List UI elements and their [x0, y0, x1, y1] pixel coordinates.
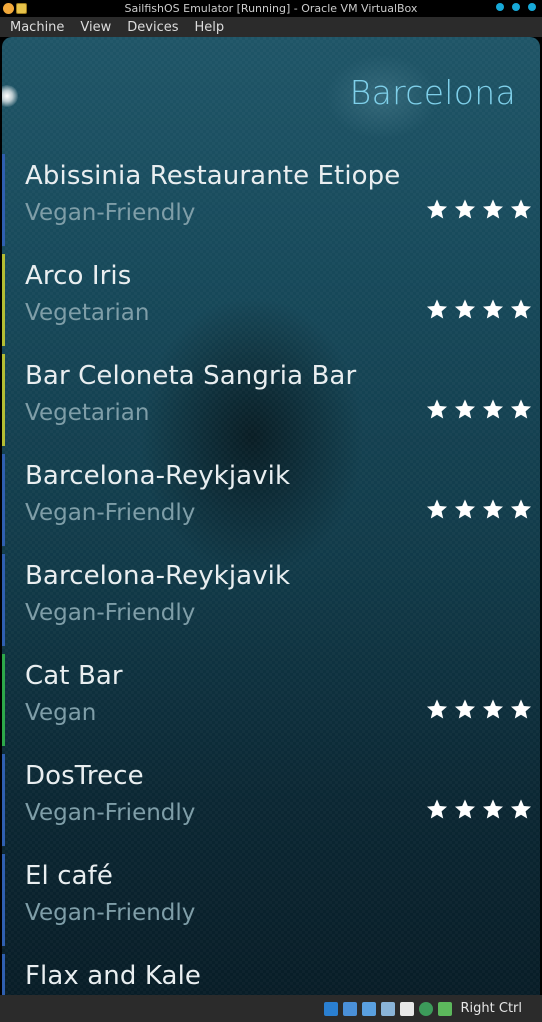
restaurant-row[interactable]: Arco Iris Vegetarian: [2, 250, 540, 350]
star-icon: [454, 498, 476, 520]
star-icon: [510, 298, 532, 320]
star-icon: [482, 798, 504, 820]
category-color-bar: [2, 154, 5, 246]
restaurant-category: Vegan-Friendly: [25, 800, 196, 826]
close-button[interactable]: [528, 3, 536, 11]
star-icon: [454, 298, 476, 320]
menu-view[interactable]: View: [80, 20, 119, 35]
restaurant-list[interactable]: Abissinia Restaurante Etiope Vegan-Friend…: [2, 150, 540, 995]
star-icon: [510, 698, 532, 720]
virtualbox-logo-icon[interactable]: [3, 3, 14, 14]
page-header: Barcelona: [349, 73, 516, 112]
window-controls: [496, 3, 536, 11]
star-icon: [426, 298, 448, 320]
restaurant-row[interactable]: Barcelona-Reykjavik Vegan-Friendly: [2, 450, 540, 550]
emulator-screen[interactable]: Barcelona Abissinia Restaurante Etiope Ve…: [2, 37, 540, 995]
star-icon: [426, 698, 448, 720]
star-icon: [482, 198, 504, 220]
rating-stars: [426, 298, 532, 320]
category-color-bar: [2, 754, 5, 846]
star-icon: [510, 398, 532, 420]
star-icon: [510, 498, 532, 520]
rating-stars: [426, 698, 532, 720]
rating-stars: [426, 398, 532, 420]
star-icon: [426, 798, 448, 820]
minimize-button[interactable]: [496, 3, 504, 11]
category-color-bar: [2, 254, 5, 346]
restaurant-name: Arco Iris: [25, 261, 132, 291]
maximize-button[interactable]: [512, 3, 520, 11]
category-color-bar: [2, 854, 5, 946]
category-color-bar: [2, 954, 5, 995]
restaurant-name: DosTrece: [25, 761, 144, 791]
restaurant-category: Vegetarian: [25, 400, 150, 426]
window-menu-icon[interactable]: [16, 3, 27, 14]
titlebar-icons: [0, 3, 40, 14]
restaurant-row[interactable]: Flax and Kale: [2, 950, 540, 995]
menu-bar: Machine View Devices Help: [0, 17, 542, 37]
virtualization-icon[interactable]: [418, 1001, 433, 1016]
mouse-integration-icon[interactable]: [437, 1001, 452, 1016]
restaurant-category: Vegetarian: [25, 300, 150, 326]
restaurant-name: Barcelona-Reykjavik: [25, 561, 291, 591]
window-titlebar[interactable]: SailfishOS Emulator [Running] - Oracle V…: [0, 0, 542, 17]
restaurant-name: El café: [25, 861, 113, 891]
host-key-label: Right Ctrl: [460, 1001, 523, 1016]
category-color-bar: [2, 454, 5, 546]
star-icon: [454, 698, 476, 720]
status-bar: Right Ctrl: [0, 995, 542, 1022]
rating-stars: [426, 498, 532, 520]
star-icon: [426, 398, 448, 420]
star-icon: [510, 798, 532, 820]
restaurant-row[interactable]: Barcelona-Reykjavik Vegan-Friendly: [2, 550, 540, 650]
restaurant-category: Vegan-Friendly: [25, 200, 196, 226]
restaurant-category: Vegan-Friendly: [25, 900, 196, 926]
restaurant-name: Bar Celoneta Sangria Bar: [25, 361, 357, 391]
star-icon: [482, 498, 504, 520]
restaurant-row[interactable]: Bar Celoneta Sangria Bar Vegetarian: [2, 350, 540, 450]
star-icon: [454, 398, 476, 420]
restaurant-row[interactable]: DosTrece Vegan-Friendly: [2, 750, 540, 850]
restaurant-name: Flax and Kale: [25, 961, 201, 991]
network-icon[interactable]: [342, 1001, 357, 1016]
menu-machine[interactable]: Machine: [10, 20, 72, 35]
restaurant-name: Barcelona-Reykjavik: [25, 461, 291, 491]
menu-help[interactable]: Help: [195, 20, 233, 35]
category-color-bar: [2, 554, 5, 646]
pulley-indicator: [2, 85, 18, 107]
restaurant-category: Vegan: [25, 700, 97, 726]
hard-disk-icon[interactable]: [323, 1001, 338, 1016]
category-color-bar: [2, 354, 5, 446]
restaurant-name: Cat Bar: [25, 661, 123, 691]
display-icon[interactable]: [380, 1001, 395, 1016]
star-icon: [482, 398, 504, 420]
video-capture-icon[interactable]: [399, 1001, 414, 1016]
star-icon: [454, 798, 476, 820]
category-color-bar: [2, 654, 5, 746]
restaurant-category: Vegan-Friendly: [25, 500, 196, 526]
restaurant-row[interactable]: El café Vegan-Friendly: [2, 850, 540, 950]
restaurant-name: Abissinia Restaurante Etiope: [25, 161, 401, 191]
star-icon: [482, 698, 504, 720]
restaurant-category: Vegan-Friendly: [25, 600, 196, 626]
star-icon: [426, 498, 448, 520]
star-icon: [510, 198, 532, 220]
menu-devices[interactable]: Devices: [127, 20, 186, 35]
star-icon: [482, 298, 504, 320]
window-title: SailfishOS Emulator [Running] - Oracle V…: [124, 2, 418, 15]
rating-stars: [426, 198, 532, 220]
restaurant-row[interactable]: Cat Bar Vegan: [2, 650, 540, 750]
shared-folders-icon[interactable]: [361, 1001, 376, 1016]
restaurant-row[interactable]: Abissinia Restaurante Etiope Vegan-Friend…: [2, 150, 540, 250]
star-icon: [426, 198, 448, 220]
star-icon: [454, 198, 476, 220]
rating-stars: [426, 798, 532, 820]
